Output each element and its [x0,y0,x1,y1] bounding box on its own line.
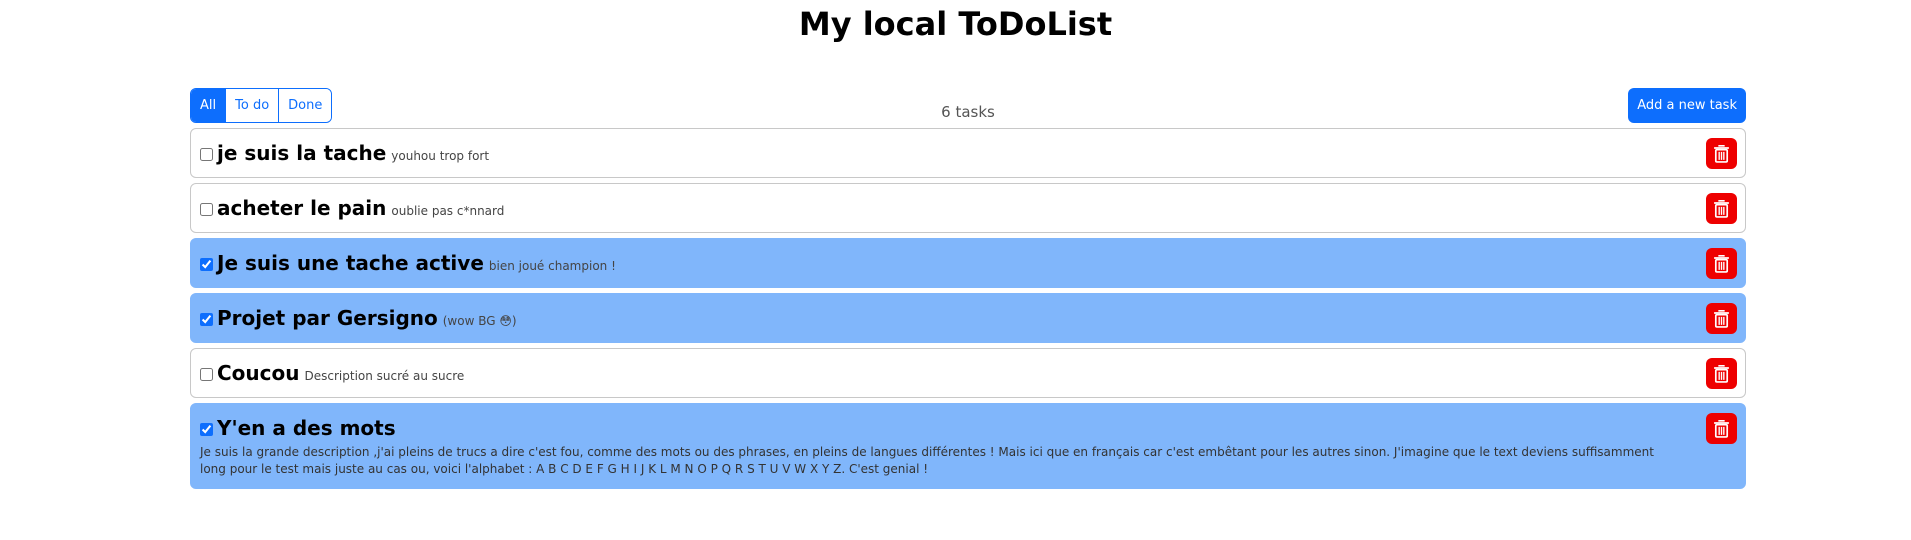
trash-icon [1714,255,1729,273]
trash-icon [1714,145,1729,163]
task-title: acheter le pain [217,196,387,220]
task-title: Coucou [217,361,300,385]
trash-icon [1714,310,1729,328]
task-description: oublie pas c*nnard [391,204,505,218]
toolbar: All To do Done 6 tasks Add a new task [190,88,1746,123]
add-task-button[interactable]: Add a new task [1628,88,1746,123]
task-title: Je suis une tache active [217,251,484,275]
task-checkbox[interactable] [200,313,213,326]
task-checkbox[interactable] [200,203,213,216]
task-checkbox[interactable] [200,258,213,271]
task-checkbox[interactable] [200,148,213,161]
task-description: Description sucré au sucre [304,369,465,383]
task-description: bien joué champion ! [488,259,616,273]
delete-task-button[interactable] [1706,413,1737,444]
page-title: My local ToDoList [798,5,1113,43]
task-item: Coucou Description sucré au sucre [190,348,1746,398]
task-item: je suis la tache youhou trop fort [190,128,1746,178]
delete-task-button[interactable] [1706,248,1737,279]
trash-icon [1714,365,1729,383]
task-description: youhou trop fort [391,149,490,163]
delete-task-button[interactable] [1706,138,1737,169]
task-item: Y'en a des mots Je suis la grande descri… [190,403,1746,489]
task-list: je suis la tache youhou trop fort achete… [190,128,1746,494]
task-item: acheter le pain oublie pas c*nnard [190,183,1746,233]
delete-task-button[interactable] [1706,193,1737,224]
task-title: Y'en a des mots [217,416,396,440]
task-description: (wow BG 😳) [442,314,517,328]
task-checkbox[interactable] [200,368,213,381]
task-count: 6 tasks [941,103,995,121]
task-checkbox[interactable] [200,423,213,436]
task-item: Je suis une tache active bien joué champ… [190,238,1746,288]
delete-task-button[interactable] [1706,358,1737,389]
task-item: Projet par Gersigno (wow BG 😳) [190,293,1746,343]
task-title: Projet par Gersigno [217,306,438,330]
task-title: je suis la tache [217,141,387,165]
task-description: Je suis la grande description ,j'ai plei… [200,445,1654,476]
trash-icon [1714,200,1729,218]
trash-icon [1714,420,1729,438]
delete-task-button[interactable] [1706,303,1737,334]
